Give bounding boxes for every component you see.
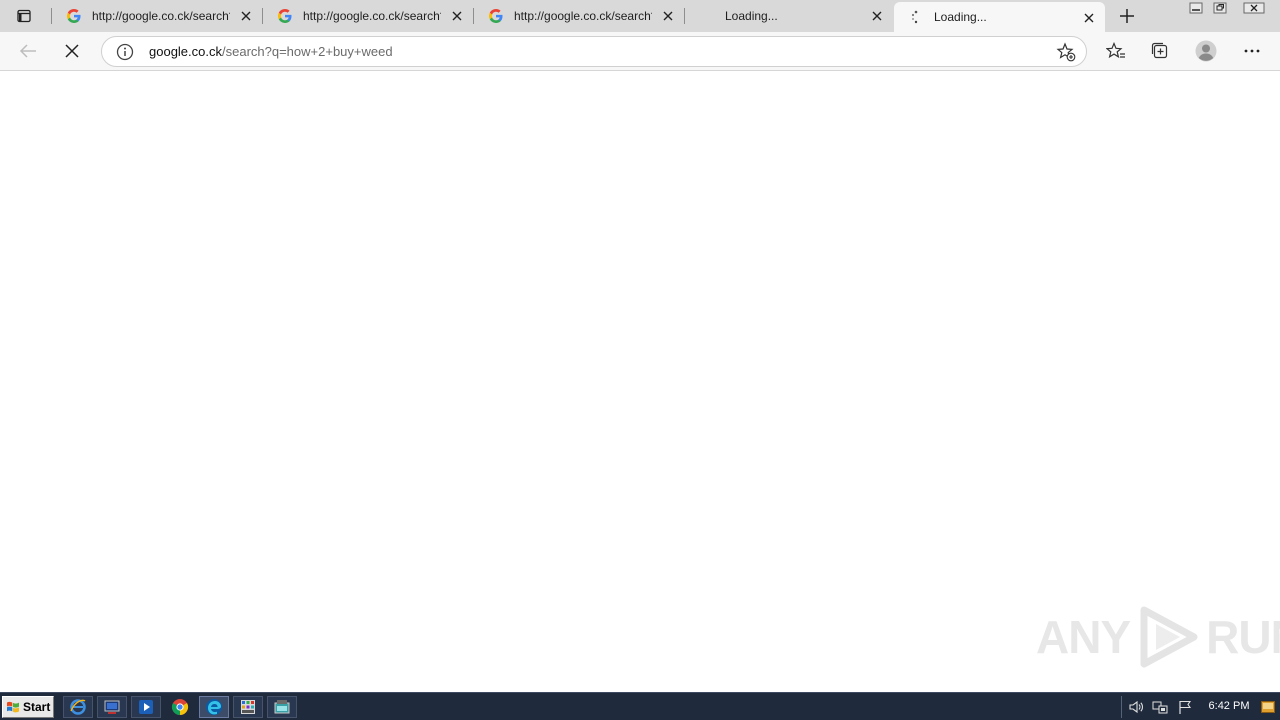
settings-more-button[interactable] [1236, 36, 1268, 66]
network-app-icon [274, 700, 290, 714]
tab-close-button[interactable] [869, 8, 885, 24]
close-icon [241, 11, 251, 21]
close-icon [452, 11, 462, 21]
collections-button[interactable] [1144, 36, 1176, 66]
tab-actions-icon [17, 9, 31, 23]
taskbar: Start 6:42 PM [0, 692, 1280, 720]
speaker-icon [1129, 700, 1143, 714]
address-bar[interactable]: google.co.ck/search?q=how+2+buy+weed [101, 36, 1087, 67]
minimize-button[interactable] [1185, 1, 1207, 15]
close-icon [663, 11, 673, 21]
close-icon [1243, 2, 1265, 14]
anyrun-watermark: ANY RUN [1036, 605, 1280, 669]
start-button[interactable]: Start [2, 696, 54, 718]
avatar-icon [1195, 40, 1217, 62]
collections-icon [1151, 42, 1168, 59]
taskbar-media-player[interactable] [131, 696, 161, 718]
taskbar-media-center[interactable] [97, 696, 127, 718]
plus-icon [1120, 9, 1134, 23]
taskbar-chrome[interactable] [165, 696, 195, 718]
media-center-icon [104, 700, 120, 714]
google-g-icon [66, 8, 82, 24]
edge-icon [206, 699, 222, 715]
taskbar-internet-explorer[interactable] [63, 696, 93, 718]
new-tab-button[interactable] [1114, 4, 1140, 28]
browser-window: http://google.co.ck/search?q=how+2+buy+w… [0, 0, 1280, 720]
close-icon [872, 11, 882, 21]
show-desktop-button[interactable] [1260, 699, 1276, 715]
taskbar-app-grid[interactable] [233, 696, 263, 718]
star-add-icon [1056, 42, 1076, 62]
taskbar-edge[interactable] [199, 696, 229, 718]
chrome-icon [171, 699, 189, 716]
flag-icon [1179, 700, 1192, 714]
close-icon [65, 44, 79, 58]
tab-close-button[interactable] [238, 8, 254, 24]
stop-loading-button[interactable] [56, 36, 88, 66]
tab-4[interactable]: Loading... [685, 0, 893, 32]
tab-strip: http://google.co.ck/search?q=how+2+buy+w… [0, 0, 1280, 32]
tab-title: Loading... [934, 10, 987, 24]
minimize-icon [1189, 2, 1203, 14]
google-g-icon [277, 8, 293, 24]
tab-title: http://google.co.ck/search?q=how+2+buy+w… [514, 9, 652, 23]
tab-title: http://google.co.ck/search?q=how+2+buy+w… [92, 9, 230, 23]
tab-title: Loading... [725, 9, 778, 23]
clock[interactable]: 6:42 PM [1198, 700, 1260, 712]
restore-icon [1213, 2, 1227, 14]
close-window-button[interactable] [1239, 1, 1269, 15]
tab-title: http://google.co.ck/search?q=how+2+buy+w… [303, 9, 441, 23]
tray-network[interactable] [1152, 699, 1168, 715]
play-logo-icon [1140, 606, 1198, 668]
tray-volume[interactable] [1128, 699, 1144, 715]
favorites-star-icon [1106, 42, 1125, 59]
internet-explorer-icon [70, 699, 86, 715]
show-desktop-icon [1261, 701, 1275, 713]
info-icon[interactable] [116, 43, 134, 61]
close-icon [1084, 13, 1094, 23]
maximize-button[interactable] [1209, 1, 1231, 15]
tray-divider [1121, 696, 1122, 718]
tab-3[interactable]: http://google.co.ck/search?q=how+2+buy+w… [474, 0, 684, 32]
url-path: /search?q=how+2+buy+weed [222, 44, 393, 59]
media-player-icon [139, 700, 153, 714]
network-icon [1152, 701, 1168, 714]
back-arrow-icon [19, 44, 36, 58]
more-dots-icon [1244, 49, 1260, 53]
profile-button[interactable] [1190, 36, 1222, 66]
start-label: Start [23, 700, 51, 714]
tray-action-center[interactable] [1177, 699, 1193, 715]
url-domain: google.co.ck [149, 44, 222, 59]
favorites-button[interactable] [1100, 36, 1132, 66]
google-g-icon [488, 8, 504, 24]
url-text[interactable]: google.co.ck/search?q=how+2+buy+weed [149, 44, 393, 59]
tab-close-button[interactable] [449, 8, 465, 24]
tab-close-button[interactable] [1081, 10, 1097, 26]
back-button[interactable] [12, 36, 44, 66]
windows-flag-icon [7, 701, 19, 713]
watermark-text-right: RUN [1206, 611, 1280, 663]
navigation-toolbar: google.co.ck/search?q=how+2+buy+weed [0, 32, 1280, 71]
watermark-text-left: ANY [1036, 611, 1131, 663]
tab-5-active[interactable]: Loading... [894, 2, 1105, 32]
tab-2[interactable]: http://google.co.ck/search?q=how+2+buy+w… [263, 0, 473, 32]
tab-1[interactable]: http://google.co.ck/search?q=how+2+buy+w… [52, 0, 262, 32]
add-favorite-button[interactable] [1056, 42, 1076, 62]
page-content-area [0, 71, 1280, 692]
tab-close-button[interactable] [660, 8, 676, 24]
tab-actions-button[interactable] [8, 5, 40, 27]
taskbar-network-app[interactable] [267, 696, 297, 718]
loading-spinner-icon [908, 9, 924, 25]
app-grid-icon [241, 700, 255, 714]
